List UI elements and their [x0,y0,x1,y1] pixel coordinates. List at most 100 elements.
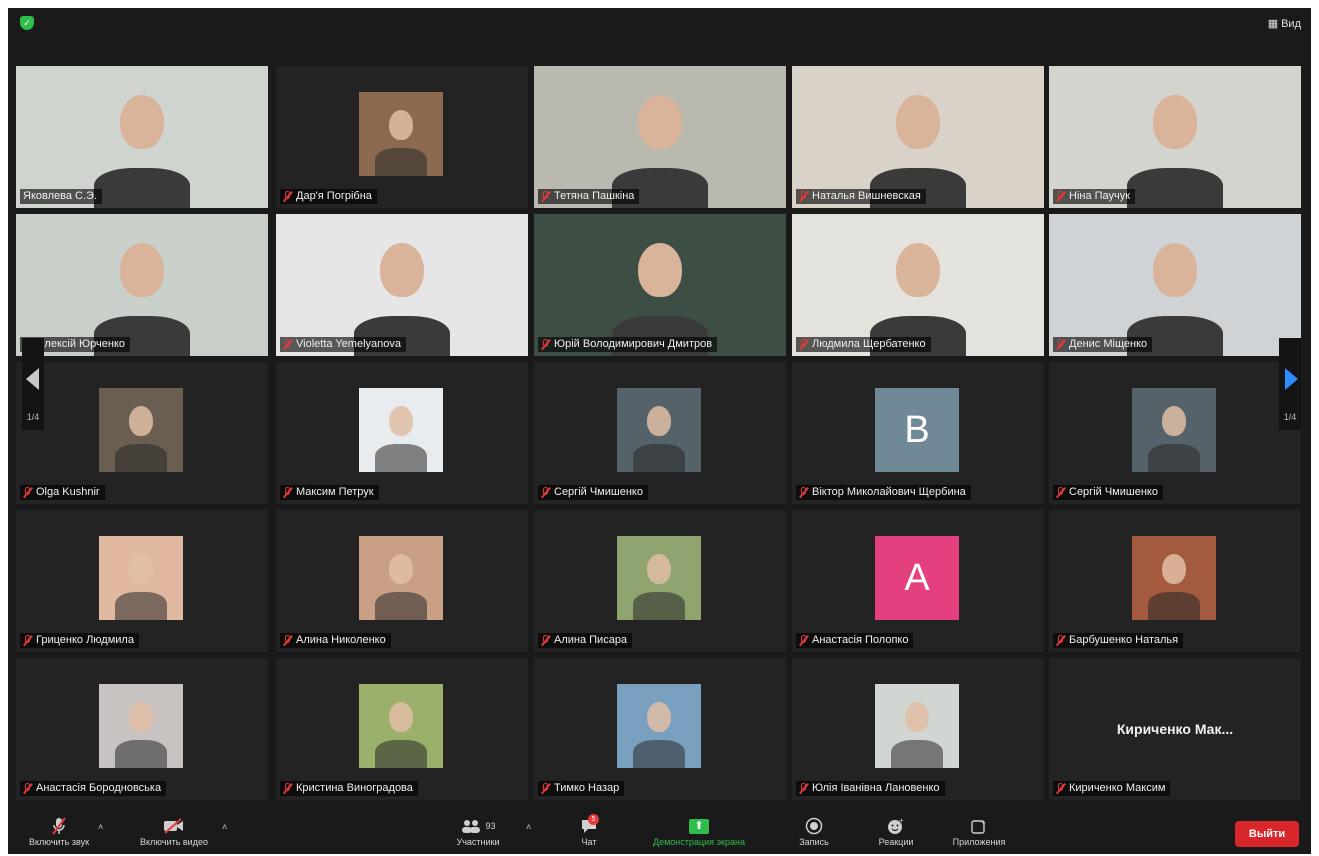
participant-name: Олексій Юрченко [36,338,126,350]
participant-tile[interactable]: Яковлева С.Э. [16,66,268,208]
mic-muted-icon [541,635,550,646]
profile-picture [617,684,701,768]
next-page-button[interactable]: 1/4 [1279,338,1301,430]
participant-tile[interactable]: A Анастасія Полопко [792,510,1044,652]
participant-name: Юлія Іванівна Лановенко [812,782,940,794]
unmute-button[interactable]: Включить звук [16,815,102,853]
participant-tile[interactable]: Сергій Чмишенко [1049,362,1301,504]
participant-tile[interactable]: Денис Міщенко [1049,214,1301,356]
participant-tile[interactable]: Тетяна Пашкіна [534,66,786,208]
participant-tile[interactable]: Юлія Іванівна Лановенко [792,658,1044,800]
participant-tile[interactable]: Olga Kushnir [16,362,268,504]
participant-tile[interactable]: Violetta Yemelyanova [276,214,528,356]
reactions-button[interactable]: + Реакции [874,815,918,853]
participants-button[interactable]: 93 Участники [442,815,514,853]
profile-picture [617,388,701,472]
chat-button[interactable]: 5 Чат [572,814,606,853]
participant-name-tag: Барбушенко Наталья [1053,633,1184,648]
participant-tile[interactable]: B Віктор Миколайович Щербина [792,362,1044,504]
participant-tile[interactable]: Юрій Володимирович Дмитров [534,214,786,356]
participant-name: Барбушенко Наталья [1069,634,1179,646]
profile-picture [99,684,183,768]
svg-text:+: + [899,817,904,825]
participant-name: Тимко Назар [554,782,620,794]
participant-name-tag: Ніна Паучук [1053,189,1136,204]
video-options-caret-icon[interactable]: ˄ [222,822,227,832]
participant-tile[interactable]: Кристина Виноградова [276,658,528,800]
arrow-right-icon [1285,368,1298,390]
participant-name-tag: Violetta Yemelyanova [280,337,406,352]
participant-display-name: Кириченко Мак... [1116,721,1234,737]
participants-count: 93 [485,821,496,831]
share-screen-button[interactable]: ⬆ Демонстрация экрана [634,815,764,853]
mic-muted-icon [541,487,550,498]
participant-tile[interactable]: Барбушенко Наталья [1049,510,1301,652]
participant-video [1049,214,1301,356]
chat-label: Чат [581,837,597,847]
mic-muted-icon [541,783,550,794]
mic-muted-icon [1056,339,1065,350]
mic-muted-icon [283,783,292,794]
profile-picture [875,684,959,768]
participant-name-tag: Денис Міщенко [1053,337,1153,352]
apps-button[interactable]: + Приложения [948,815,1010,853]
security-shield-icon[interactable]: ✓ [20,16,34,30]
participant-name: Кристина Виноградова [296,782,413,794]
page-indicator: 1/4 [1283,412,1297,422]
participant-name-tag: Гриценко Людмила [20,633,139,648]
participant-name-tag: Сергій Чмишенко [1053,485,1163,500]
participants-label: Участники [456,837,500,847]
record-icon [794,815,834,837]
participant-name: Тетяна Пашкіна [554,190,635,202]
participant-tile[interactable]: Тимко Назар [534,658,786,800]
participant-tile[interactable]: Олексій Юрченко [16,214,268,356]
previous-page-button[interactable]: 1/4 [22,338,44,430]
profile-picture [1132,536,1216,620]
participant-name: Кириченко Максим [1069,782,1166,794]
page-indicator: 1/4 [26,412,40,422]
participant-tile[interactable]: Дар'я Погрібна [276,66,528,208]
participant-tile[interactable]: Ніна Паучук [1049,66,1301,208]
mic-muted-icon [283,487,292,498]
participant-name-tag: Віктор Миколайович Щербина [796,485,971,500]
participant-tile[interactable]: Анастасія Бородновська [16,658,268,800]
participant-tile[interactable]: Сергій Чмишенко [534,362,786,504]
unmute-label: Включить звук [28,837,90,847]
participant-tile[interactable]: Максим Петрук [276,362,528,504]
record-button[interactable]: Запись [794,815,834,853]
participant-tile[interactable]: Алина Николенко [276,510,528,652]
mic-muted-icon [16,815,102,837]
smiley-plus-icon: + [874,815,918,837]
start-video-button[interactable]: Включить видео [126,815,222,853]
participant-video [276,214,528,356]
mic-muted-icon [541,191,550,202]
participant-name: Анастасія Бородновська [36,782,162,794]
participant-video [534,66,786,208]
participant-name: Violetta Yemelyanova [296,338,401,350]
participant-name: Olga Kushnir [36,486,100,498]
participant-name-tag: Наталья Вишневская [796,189,926,204]
participant-name: Юрій Володимирович Дмитров [554,338,713,350]
leave-meeting-button[interactable]: Выйти [1235,821,1299,847]
participant-name-tag: Алина Николенко [280,633,391,648]
participant-name-tag: Кириченко Максим [1053,781,1171,796]
participants-options-caret-icon[interactable]: ˄ [526,822,531,832]
mic-muted-icon [23,635,32,646]
view-button[interactable]: ▦ Вид [1268,17,1301,31]
participant-tile[interactable]: Кириченко Мак... Кириченко Максим [1049,658,1301,800]
participant-tile[interactable]: Людмила Щербатенко [792,214,1044,356]
profile-picture [359,536,443,620]
participant-video [16,214,268,356]
mic-muted-icon [1056,191,1065,202]
camera-off-icon [126,815,222,837]
mic-muted-icon [799,339,808,350]
participant-video [792,66,1044,208]
audio-options-caret-icon[interactable]: ˄ [98,822,103,832]
participant-tile[interactable]: Гриценко Людмила [16,510,268,652]
participant-tile[interactable]: Наталья Вишневская [792,66,1044,208]
participant-name-tag: Юрій Володимирович Дмитров [538,337,718,352]
chat-unread-badge: 5 [588,814,599,825]
apps-icon: + [948,815,1010,837]
participant-tile[interactable]: Алина Писара [534,510,786,652]
record-label: Запись [799,837,829,847]
